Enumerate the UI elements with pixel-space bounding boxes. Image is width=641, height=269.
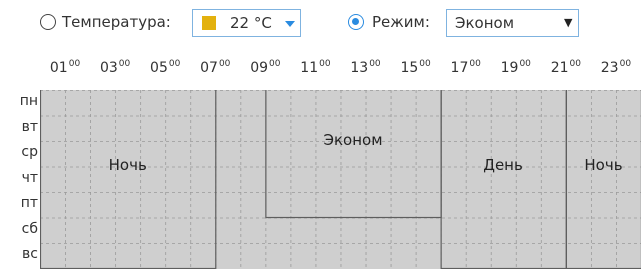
temperature-radio[interactable]	[40, 14, 56, 30]
day-label: пн	[19, 93, 38, 109]
zone-border[interactable]	[265, 90, 442, 219]
zone-label: День	[483, 156, 523, 175]
hour-value: 13	[350, 60, 369, 76]
minute-value: 00	[269, 59, 281, 69]
zone-label: Ночь	[108, 156, 147, 175]
grid-lines	[40, 90, 641, 269]
minute-value: 00	[519, 59, 531, 69]
hour-value: 23	[600, 60, 619, 76]
minute-value: 00	[619, 59, 632, 69]
temperature-value: 22 °C	[230, 14, 272, 32]
hour-value: 19	[500, 60, 519, 76]
hour-label: 0700	[195, 59, 235, 76]
hour-value: 09	[250, 60, 269, 76]
minute-value: 00	[319, 59, 331, 69]
hour-label: 0100	[45, 59, 85, 76]
day-label: пт	[20, 195, 38, 211]
mode-label[interactable]: Режим:	[372, 13, 430, 31]
minute-value: 00	[569, 59, 581, 69]
hour-value: 05	[150, 60, 168, 76]
day-label: вс	[22, 246, 38, 262]
temperature-label[interactable]: Температура:	[62, 13, 171, 31]
day-label: чт	[21, 169, 38, 186]
temperature-dropdown[interactable]: 22 °C	[192, 9, 301, 37]
hour-label: 1500	[396, 59, 436, 76]
minute-value: 00	[469, 59, 481, 69]
minute-value: 00	[369, 59, 381, 69]
hour-label: 1900	[496, 59, 536, 76]
hour-label: 0500	[145, 59, 185, 76]
temperature-color-swatch	[202, 16, 216, 30]
schedule-toolbar: Температура: 22 °C Режим: Эконом ▼	[0, 0, 641, 44]
chevron-down-icon[interactable]	[285, 21, 295, 27]
hour-label: 1300	[346, 59, 386, 76]
hour-value: 07	[200, 60, 218, 76]
minute-value: 00	[68, 59, 81, 69]
zone-border[interactable]	[440, 90, 567, 269]
minute-value: 00	[118, 59, 131, 69]
zone-border[interactable]	[40, 90, 217, 269]
zone-label: Ночь	[584, 156, 623, 175]
minute-value: 00	[218, 59, 231, 69]
mode-radio[interactable]	[348, 14, 364, 30]
mode-value: Эконом	[455, 14, 515, 32]
hour-value: 17	[450, 60, 469, 76]
minute-value: 00	[168, 59, 181, 69]
hour-label: 2100	[546, 59, 586, 76]
day-label: вт	[21, 118, 38, 135]
hour-value: 03	[99, 60, 118, 76]
mode-select[interactable]: Эконом ▼	[446, 9, 579, 37]
hour-value: 01	[49, 60, 68, 76]
hour-value: 15	[400, 60, 419, 76]
hour-label: 0900	[245, 59, 285, 76]
hour-label: 2300	[596, 59, 636, 76]
hour-label: 1700	[446, 59, 486, 76]
day-label: сб	[21, 220, 38, 237]
zone-label: Эконом	[323, 130, 383, 149]
day-label: ср	[21, 144, 38, 160]
schedule-grid[interactable]: Ночь Эконом День Ночь	[40, 90, 641, 269]
hour-value: 11	[300, 60, 319, 76]
hour-value: 21	[550, 60, 569, 76]
zone-border[interactable]	[565, 90, 641, 269]
minute-value: 00	[419, 59, 431, 69]
dropdown-arrow-icon[interactable]: ▼	[564, 16, 572, 29]
hour-label: 0300	[95, 59, 135, 76]
hour-label: 1100	[295, 59, 335, 76]
